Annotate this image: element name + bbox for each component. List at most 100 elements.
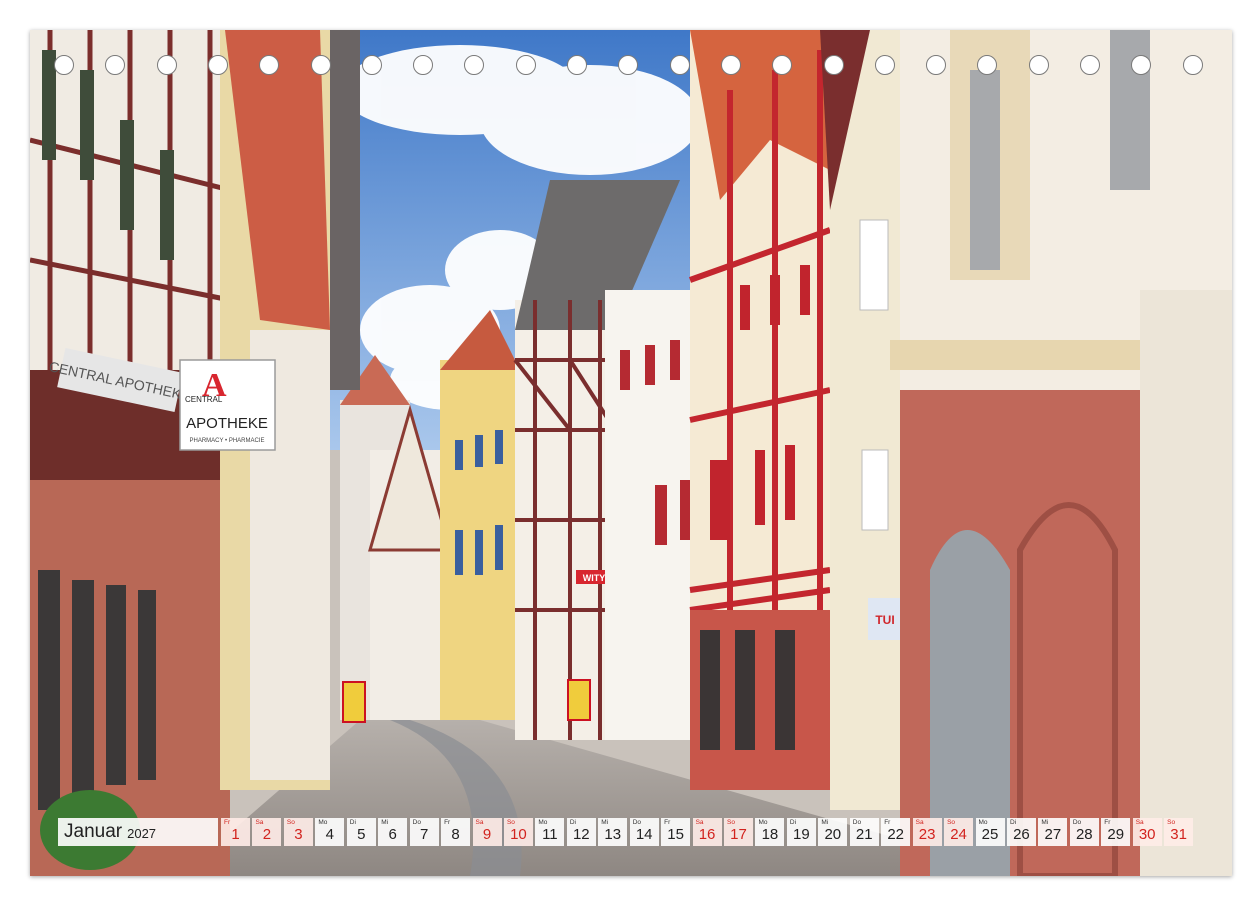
day-cell: Mo 25: [975, 818, 1005, 846]
binding-hole: [772, 55, 793, 75]
weekday-label: Do: [412, 819, 421, 826]
weekday-label: So: [727, 819, 735, 826]
binding-hole: [977, 55, 998, 75]
day-number: 7: [419, 826, 429, 843]
day-cell: Di 5: [346, 818, 376, 846]
day-number: 8: [451, 826, 460, 843]
weekday-label: So: [286, 819, 295, 826]
day-cell: Fr 22: [881, 818, 911, 846]
binding-hole: [720, 55, 741, 75]
day-cell: Sa 9: [472, 818, 502, 846]
pharmacy-sign-small: CENTRAL: [185, 395, 223, 404]
binding-hole: [413, 55, 434, 75]
day-cell: Mo 18: [755, 818, 785, 846]
binding-hole: [1028, 55, 1049, 75]
day-cell: Fr 29: [1101, 818, 1131, 846]
weekday-label: Sa: [475, 819, 484, 826]
binding-hole: [310, 55, 331, 75]
day-cell: Sa 16: [692, 818, 722, 846]
day-number: 15: [667, 826, 684, 843]
weekday-label: Sa: [255, 819, 264, 826]
day-cell: Sa 30: [1132, 818, 1162, 846]
day-number: 11: [542, 826, 558, 843]
binding-hole: [361, 55, 382, 75]
day-number: 14: [635, 826, 653, 843]
day-cell: So 31: [1164, 818, 1194, 846]
day-number: 13: [604, 826, 622, 843]
day-number: 20: [824, 826, 842, 843]
sandwich-board: [567, 679, 591, 721]
day-number: 29: [1107, 826, 1125, 843]
binding-hole: [207, 55, 228, 75]
day-number: 16: [698, 826, 716, 843]
day-cell: Sa 23: [912, 818, 942, 846]
weekday-label: Mi: [381, 819, 389, 826]
travel-sign-text: TUI: [875, 613, 894, 627]
binding-hole: [464, 55, 485, 75]
binding-hole: [515, 55, 536, 75]
day-cell: So 17: [724, 818, 753, 846]
day-number: 4: [325, 826, 334, 843]
day-cell: Do 14: [629, 818, 659, 846]
binding-hole: [1080, 55, 1100, 75]
spiral-binding-holes: [0, 55, 1260, 79]
day-number: 6: [388, 826, 397, 843]
binding-hole: [669, 55, 690, 75]
day-cell: Do 21: [849, 818, 879, 846]
weekday-label: Do: [1072, 819, 1082, 826]
weekday-label: Sa: [695, 819, 704, 826]
weekday-label: Fr: [444, 819, 451, 826]
binding-hole: [926, 55, 947, 75]
binding-hole: [618, 55, 639, 75]
weekday-label: Mi: [601, 819, 609, 826]
weekday-label: Sa: [915, 819, 924, 826]
day-number: 9: [482, 826, 492, 843]
day-number: 1: [231, 826, 240, 843]
weekday-label: Mo: [318, 819, 328, 826]
day-cell: Mi 6: [378, 818, 408, 846]
day-cell: Do 7: [409, 818, 439, 846]
day-number: 2: [262, 826, 272, 843]
day-cells: Fr 1 Sa 2 So 3 Mo 4 Di 5 Mi 6 Do 7 Fr 8 Sa 9 So 10 Mo 11 Di 12 M…: [221, 818, 1196, 848]
sandwich-board: [342, 681, 366, 723]
weekday-label: Mi: [1041, 819, 1049, 826]
binding-hole: [1182, 55, 1203, 75]
weekday-label: Mo: [538, 819, 548, 826]
binding-hole: [1131, 55, 1152, 75]
weekday-label: Fr: [664, 819, 671, 826]
day-cell: Mo 4: [315, 818, 345, 846]
weekday-label: Do: [632, 819, 641, 826]
month-label: Januar 2027: [58, 818, 218, 846]
pharmacy-sign-title: APOTHEKE: [186, 415, 268, 432]
weekday-label: Fr: [1104, 819, 1111, 826]
binding-hole: [259, 55, 280, 75]
weekday-label: So: [1167, 819, 1176, 826]
day-number: 19: [793, 826, 810, 843]
day-cell: So 3: [283, 818, 313, 846]
day-cell: So 24: [944, 818, 974, 846]
weekday-label: So: [506, 819, 515, 826]
day-cell: Fr 15: [661, 818, 691, 846]
day-cell: Fr 8: [441, 818, 471, 846]
day-number: 18: [761, 826, 779, 843]
day-number: 5: [357, 826, 366, 843]
weekday-label: Di: [569, 819, 576, 826]
binding-hole: [156, 55, 177, 75]
binding-hole: [567, 55, 587, 75]
month-name: Januar: [64, 821, 123, 842]
day-number: 25: [981, 826, 999, 843]
weekday-label: Do: [852, 819, 862, 826]
day-cell: Mi 27: [1038, 818, 1068, 846]
day-number: 26: [1013, 826, 1030, 843]
day-number: 24: [950, 826, 967, 843]
day-number: 21: [855, 826, 873, 843]
day-number: 12: [572, 826, 590, 843]
day-number: 31: [1170, 826, 1187, 843]
day-cell: Do 28: [1069, 818, 1099, 846]
calendar-strip: Januar 2027 Fr 1 Sa 2 So 3 Mo 4 Di 5 Mi 6 Do 7 Fr 8 Sa 9 S…: [58, 818, 1204, 848]
weekday-label: Fr: [884, 819, 891, 826]
weekday-label: Fr: [224, 819, 231, 826]
weekday-label: Sa: [1135, 819, 1144, 826]
weekday-label: Di: [1009, 819, 1017, 826]
day-number: 22: [887, 826, 905, 843]
